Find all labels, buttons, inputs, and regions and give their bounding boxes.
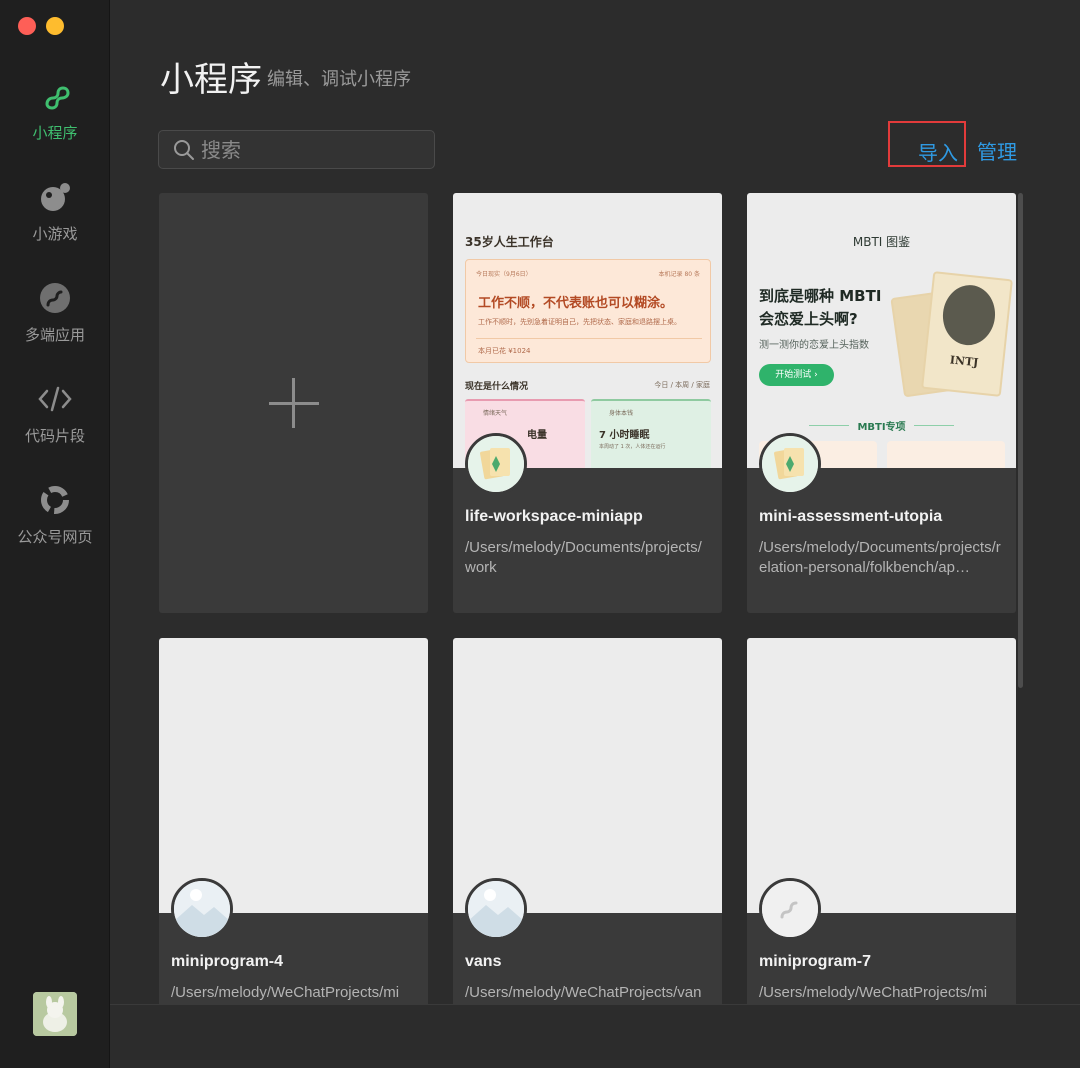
code-icon <box>37 381 73 417</box>
sidebar-item-label: 小程序 <box>32 124 78 142</box>
window-close-button[interactable] <box>18 17 36 35</box>
project-path: /Users/melody/WeChatProjects/van <box>465 984 702 1001</box>
multiplatform-icon <box>37 280 73 316</box>
project-path: /Users/melody/WeChatProjects/mi <box>171 984 400 1001</box>
project-thumbnail <box>747 638 1016 913</box>
project-logo <box>465 878 527 940</box>
sidebar-item-multiplatform[interactable]: 多端应用 <box>0 280 110 370</box>
thumb-section-right: 今日 / 本周 / 家庭 <box>654 381 710 389</box>
miniprogram-placeholder-icon <box>762 881 818 937</box>
project-logo <box>759 433 821 495</box>
project-name: miniprogram-7 <box>759 953 872 970</box>
thumb-heading: MBTI 图鉴 <box>852 235 911 249</box>
project-path: /Users/melody/Documents/projects/work <box>465 539 702 576</box>
page-title: 小程序 <box>160 60 262 100</box>
project-name: life-workspace-miniapp <box>465 508 643 525</box>
project-path: /Users/melody/WeChatProjects/mi <box>759 984 988 1001</box>
mountain-placeholder-icon <box>174 881 230 937</box>
project-thumbnail <box>453 638 722 913</box>
project-thumbnail <box>159 638 428 913</box>
project-path: /Users/melody/Documents/projects/relatio… <box>759 539 1001 576</box>
thumb-tile-caption: 身体本钱 <box>609 410 634 417</box>
webpage-icon <box>37 482 73 518</box>
thumb-headline: 工作不顺，不代表账也可以糊涂。 <box>478 296 674 311</box>
thumb-note: 工作不顺时，先别急着证明自己，先把状态、家庭和退路摆上桌。 <box>478 318 681 326</box>
thumb-card-label: INTJ <box>949 353 980 370</box>
bottom-bar <box>110 1004 1080 1068</box>
scrollbar[interactable] <box>1018 193 1023 688</box>
search-icon <box>174 140 194 160</box>
thumb-foot: 本月已花 ¥1024 <box>478 347 531 355</box>
search-box[interactable] <box>158 130 435 169</box>
thumb-subtitle: 测一测你的恋爱上头指数 <box>759 340 869 351</box>
sidebar-item-label: 代码片段 <box>24 427 85 445</box>
user-avatar[interactable] <box>33 992 77 1036</box>
thumb-section: 现在是什么情况 <box>465 382 529 392</box>
manage-button[interactable]: 管理 <box>977 136 1017 165</box>
project-logo <box>465 433 527 495</box>
project-name: mini-assessment-utopia <box>759 508 943 525</box>
sidebar-item-label: 多端应用 <box>24 326 85 344</box>
project-card[interactable]: vans /Users/melody/WeChatProjects/van <box>453 638 722 1058</box>
miniprogram-icon <box>37 78 73 114</box>
thumb-tile-caption: 情绪天气 <box>483 410 508 417</box>
sidebar-item-label: 公众号网页 <box>17 528 93 546</box>
minigame-icon <box>37 179 73 215</box>
mountain-placeholder-icon <box>468 881 524 937</box>
project-name: miniprogram-4 <box>171 953 284 970</box>
thumb-question: 到底是哪种 MBTI 会恋爱上头啊? <box>759 287 882 328</box>
project-logo <box>759 878 821 940</box>
project-thumbnail: 35岁人生工作台 今日现实（9月6日） 本机记录 80 条 工作不顺，不代表账也… <box>453 193 722 468</box>
sidebar-item-webpage[interactable]: 公众号网页 <box>0 482 110 572</box>
project-card[interactable]: MBTI 图鉴 到底是哪种 MBTI 会恋爱上头啊? 测一测你的恋爱上头指数 开… <box>747 193 1016 613</box>
thumb-start-button: 开始测试 › <box>759 364 834 386</box>
thumb-tile-value: 电量 <box>527 430 547 441</box>
thumb-card-illustration: INTJ <box>890 271 1013 405</box>
thumb-heading: 35岁人生工作台 <box>465 235 554 249</box>
project-card[interactable]: 35岁人生工作台 今日现实（9月6日） 本机记录 80 条 工作不顺，不代表账也… <box>453 193 722 613</box>
page-subtitle: 编辑、调试小程序 <box>267 69 411 90</box>
project-thumbnail: MBTI 图鉴 到底是哪种 MBTI 会恋爱上头啊? 测一测你的恋爱上头指数 开… <box>747 193 1016 468</box>
project-card[interactable]: miniprogram-7 /Users/melody/WeChatProjec… <box>747 638 1016 1058</box>
sidebar-item-label: 小游戏 <box>32 225 78 243</box>
project-logo <box>171 878 233 940</box>
thumb-tag: 今日现实（9月6日） <box>476 271 532 278</box>
thumb-tag: 本机记录 80 条 <box>658 271 700 278</box>
project-card[interactable]: miniprogram-4 /Users/melody/WeChatProjec… <box>159 638 428 1058</box>
thumb-tile-note: 本周动了 1 次，人体还在运行 <box>599 444 666 450</box>
window-minimize-button[interactable] <box>46 17 64 35</box>
thumb-tile-value: 7 小时睡眠 <box>599 430 650 441</box>
sidebar-item-code[interactable]: 代码片段 <box>0 381 110 471</box>
sidebar-item-minigame[interactable]: 小游戏 <box>0 179 110 269</box>
sidebar-item-miniprogram[interactable]: 小程序 <box>0 78 110 168</box>
new-project-card[interactable] <box>159 193 428 613</box>
project-name: vans <box>465 953 502 970</box>
search-input[interactable] <box>201 131 426 168</box>
thumb-section: MBTI专项 <box>857 422 906 433</box>
sidebar: 小程序 小游戏 多端应用 代码片段 公众号网页 <box>0 0 110 1068</box>
import-button[interactable]: 导入 <box>888 121 966 167</box>
